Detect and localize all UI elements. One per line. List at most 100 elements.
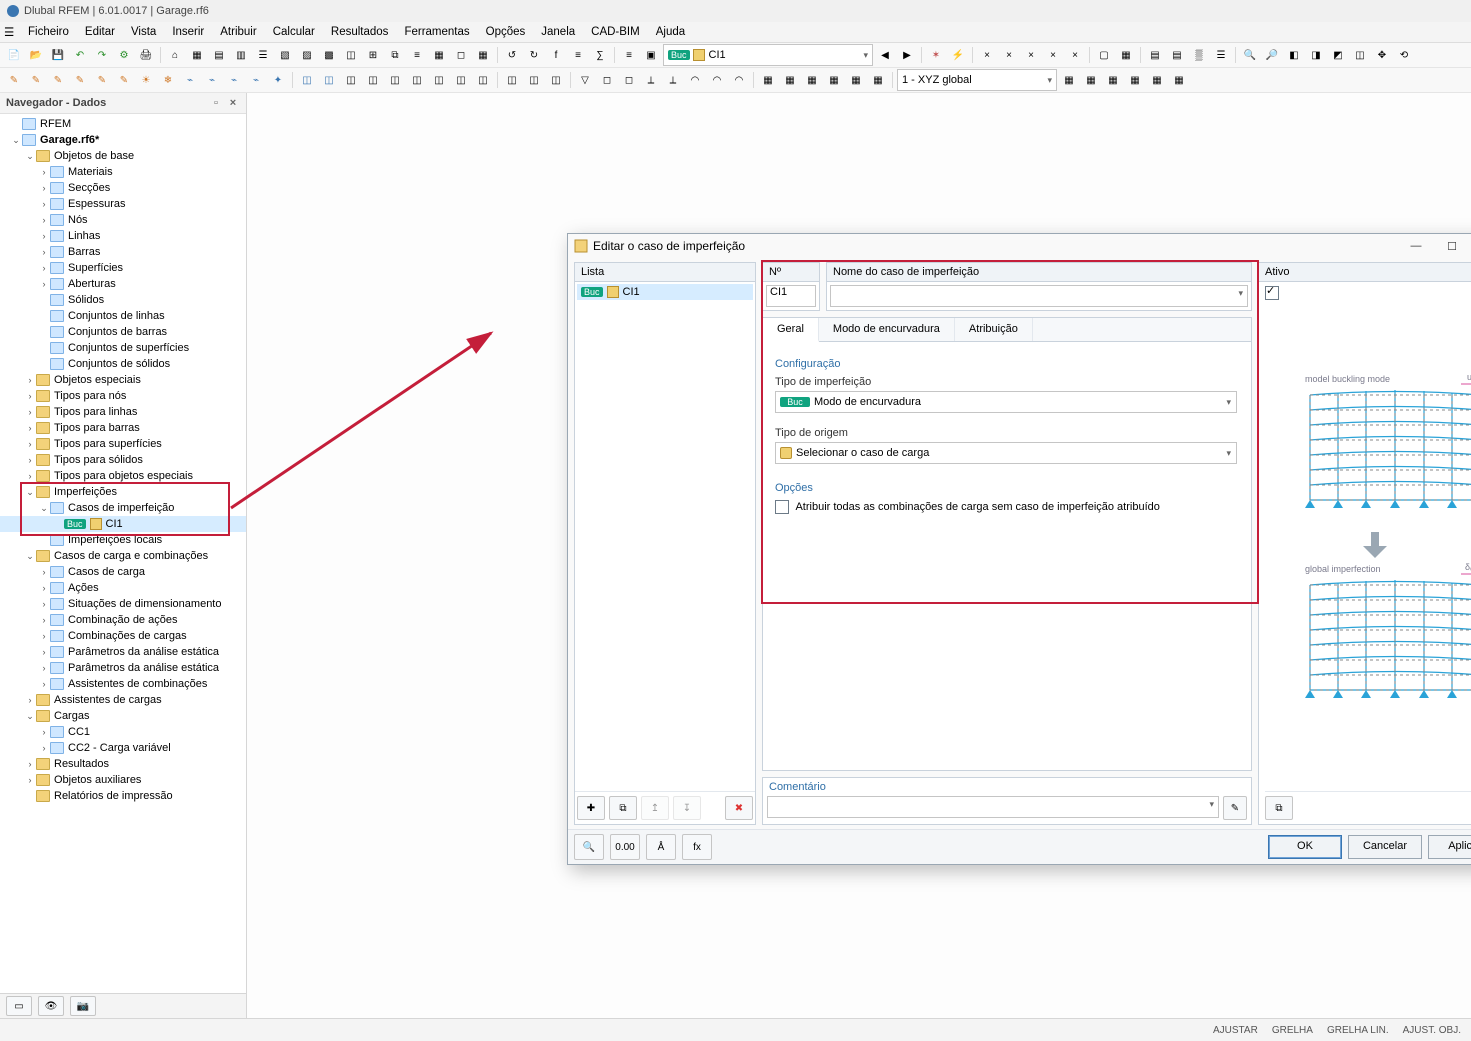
tb-n-icon[interactable]: ▦ <box>473 45 493 65</box>
tb2-s3-icon[interactable]: ◻ <box>619 70 639 90</box>
loadcase-dropdown[interactable]: Buc CI1 <box>663 44 873 66</box>
comment-edit-button[interactable]: ✎ <box>1223 796 1247 820</box>
tree-cc1[interactable]: CC1 <box>67 726 90 738</box>
tb-y3-icon[interactable]: ◧ <box>1284 45 1304 65</box>
tree-materiais[interactable]: Materiais <box>67 166 113 178</box>
tree-conj-linhas[interactable]: Conjuntos de linhas <box>67 310 165 322</box>
tb2-n-icon[interactable]: ◫ <box>297 70 317 90</box>
tb-l-icon[interactable]: ▦ <box>429 45 449 65</box>
tree-imperf-local[interactable]: Imperfeições locais <box>67 534 162 546</box>
menu-janela[interactable]: Janela <box>533 24 583 40</box>
navigator-tree[interactable]: RFEM ⌄Garage.rf6* ⌄Objetos de base ›Mate… <box>0 114 246 993</box>
tb2-e2-icon[interactable]: ▦ <box>780 70 800 90</box>
tb2-g-icon[interactable]: ☀ <box>136 70 156 90</box>
tb-left-icon[interactable]: ◀ <box>875 45 895 65</box>
status-ajust-obj[interactable]: AJUST. OBJ. <box>1403 1025 1461 1036</box>
tb2-grid6-icon[interactable]: ▦ <box>1169 70 1189 90</box>
tb2-c-icon[interactable]: ✎ <box>48 70 68 90</box>
tb-y6-icon[interactable]: ◫ <box>1350 45 1370 65</box>
tb2-l-icon[interactable]: ⌁ <box>246 70 266 90</box>
tree-types-superf[interactable]: Tipos para superfícies <box>53 438 162 450</box>
tree-lc1[interactable]: Casos de carga <box>67 566 145 578</box>
tree-cargas[interactable]: Cargas <box>53 710 89 722</box>
tree-conj-solidos[interactable]: Conjuntos de sólidos <box>67 358 170 370</box>
nav-footer-btn2[interactable]: 👁 <box>38 996 64 1016</box>
model-canvas[interactable]: Editar o caso de imperfeição — ☐ ✕ Lista… <box>247 93 1471 1018</box>
tb-h-icon[interactable]: ◫ <box>341 45 361 65</box>
tb2-m-icon[interactable]: ✦ <box>268 70 288 90</box>
ucs-dropdown[interactable]: 1 - XYZ global <box>897 69 1057 91</box>
tb2-s8-icon[interactable]: ◠ <box>729 70 749 90</box>
tb-j-icon[interactable]: ⧉ <box>385 45 405 65</box>
tb-open-icon[interactable]: 📂 <box>26 45 46 65</box>
navigator-close-icon[interactable]: × <box>226 97 240 109</box>
tb-x4-icon[interactable]: ☰ <box>1211 45 1231 65</box>
navigator-pin-icon[interactable]: ▫ <box>209 97 223 109</box>
tree-project[interactable]: Garage.rf6* <box>39 134 99 146</box>
tb2-s-icon[interactable]: ◫ <box>407 70 427 90</box>
tb2-s4-icon[interactable]: ⟂ <box>641 70 661 90</box>
tb-star-icon[interactable]: ✶ <box>926 45 946 65</box>
tb-y4-icon[interactable]: ◨ <box>1306 45 1326 65</box>
tb2-p-icon[interactable]: ◫ <box>341 70 361 90</box>
tb-i-icon[interactable]: ⊞ <box>363 45 383 65</box>
tb2-h-icon[interactable]: ❄ <box>158 70 178 90</box>
tree-special[interactable]: Objetos especiais <box>53 374 141 386</box>
tb-print-icon[interactable]: 🖨 <box>136 45 156 65</box>
tb-s-icon[interactable]: ∑ <box>590 45 610 65</box>
tree-assistants[interactable]: Assistentes de cargas <box>53 694 162 706</box>
tb2-r-icon[interactable]: ◫ <box>385 70 405 90</box>
tb2-e4-icon[interactable]: ▦ <box>824 70 844 90</box>
tree-conj-superf[interactable]: Conjuntos de superfícies <box>67 342 189 354</box>
tb-g-icon[interactable]: ▩ <box>319 45 339 65</box>
menu-opcoes[interactable]: Opções <box>478 24 534 40</box>
list-new-button[interactable]: ✚ <box>577 796 605 820</box>
tree-barras[interactable]: Barras <box>67 246 100 258</box>
tb-v2-icon[interactable]: × <box>999 45 1019 65</box>
tb-right-icon[interactable]: ▶ <box>897 45 917 65</box>
tree-lc-comb[interactable]: Casos de carga e combinações <box>53 550 208 562</box>
menu-vista[interactable]: Vista <box>123 24 164 40</box>
tb2-e6-icon[interactable]: ▦ <box>868 70 888 90</box>
footer-tool2-button[interactable]: 0.00 <box>610 834 640 860</box>
footer-tool1-button[interactable]: 🔍 <box>574 834 604 860</box>
tb2-y-icon[interactable]: ◫ <box>546 70 566 90</box>
tb2-f-icon[interactable]: ✎ <box>114 70 134 90</box>
list-up-button[interactable]: ↥ <box>641 796 669 820</box>
tree-lc2[interactable]: Ações <box>67 582 99 594</box>
tb-f-icon[interactable]: ▨ <box>297 45 317 65</box>
tree-lc3[interactable]: Situações de dimensionamento <box>67 598 221 610</box>
tb2-grid2-icon[interactable]: ▦ <box>1081 70 1101 90</box>
tb-v1-icon[interactable]: × <box>977 45 997 65</box>
tree-types-especiais[interactable]: Tipos para objetos especiais <box>53 470 193 482</box>
tb-u-icon[interactable]: ▣ <box>641 45 661 65</box>
tb2-q-icon[interactable]: ◫ <box>363 70 383 90</box>
tree-imperf-cases[interactable]: Casos de imperfeição <box>67 502 174 514</box>
dialog-max-icon[interactable]: ☐ <box>1438 238 1466 254</box>
tb-x3-icon[interactable]: ▒ <box>1189 45 1209 65</box>
dialog-min-icon[interactable]: — <box>1402 238 1430 254</box>
cancel-button[interactable]: Cancelar <box>1348 835 1422 859</box>
tb-r-icon[interactable]: ≡ <box>568 45 588 65</box>
tb-undo-icon[interactable]: ↶ <box>70 45 90 65</box>
tb-redo-icon[interactable]: ↷ <box>92 45 112 65</box>
menu-calcular[interactable]: Calcular <box>265 24 323 40</box>
tb-x1-icon[interactable]: ▤ <box>1145 45 1165 65</box>
tb2-o-icon[interactable]: ◫ <box>319 70 339 90</box>
tree-types-solidos[interactable]: Tipos para sólidos <box>53 454 143 466</box>
tb-o-icon[interactable]: ↺ <box>502 45 522 65</box>
menu-atribuir[interactable]: Atribuir <box>212 24 264 40</box>
menu-cadbim[interactable]: CAD-BIM <box>583 24 648 40</box>
tb-y5-icon[interactable]: ◩ <box>1328 45 1348 65</box>
tb-w2-icon[interactable]: ▦ <box>1116 45 1136 65</box>
tb-home-icon[interactable]: ⌂ <box>165 45 185 65</box>
menu-ferramentas[interactable]: Ferramentas <box>396 24 477 40</box>
tb2-grid5-icon[interactable]: ▦ <box>1147 70 1167 90</box>
tb-m-icon[interactable]: ◻ <box>451 45 471 65</box>
tb2-x-icon[interactable]: ◫ <box>524 70 544 90</box>
tb-y8-icon[interactable]: ⟲ <box>1394 45 1414 65</box>
status-ajustar[interactable]: AJUSTAR <box>1213 1025 1258 1036</box>
tree-types-barras[interactable]: Tipos para barras <box>53 422 140 434</box>
tb-q-icon[interactable]: f <box>546 45 566 65</box>
tb2-s7-icon[interactable]: ◠ <box>707 70 727 90</box>
